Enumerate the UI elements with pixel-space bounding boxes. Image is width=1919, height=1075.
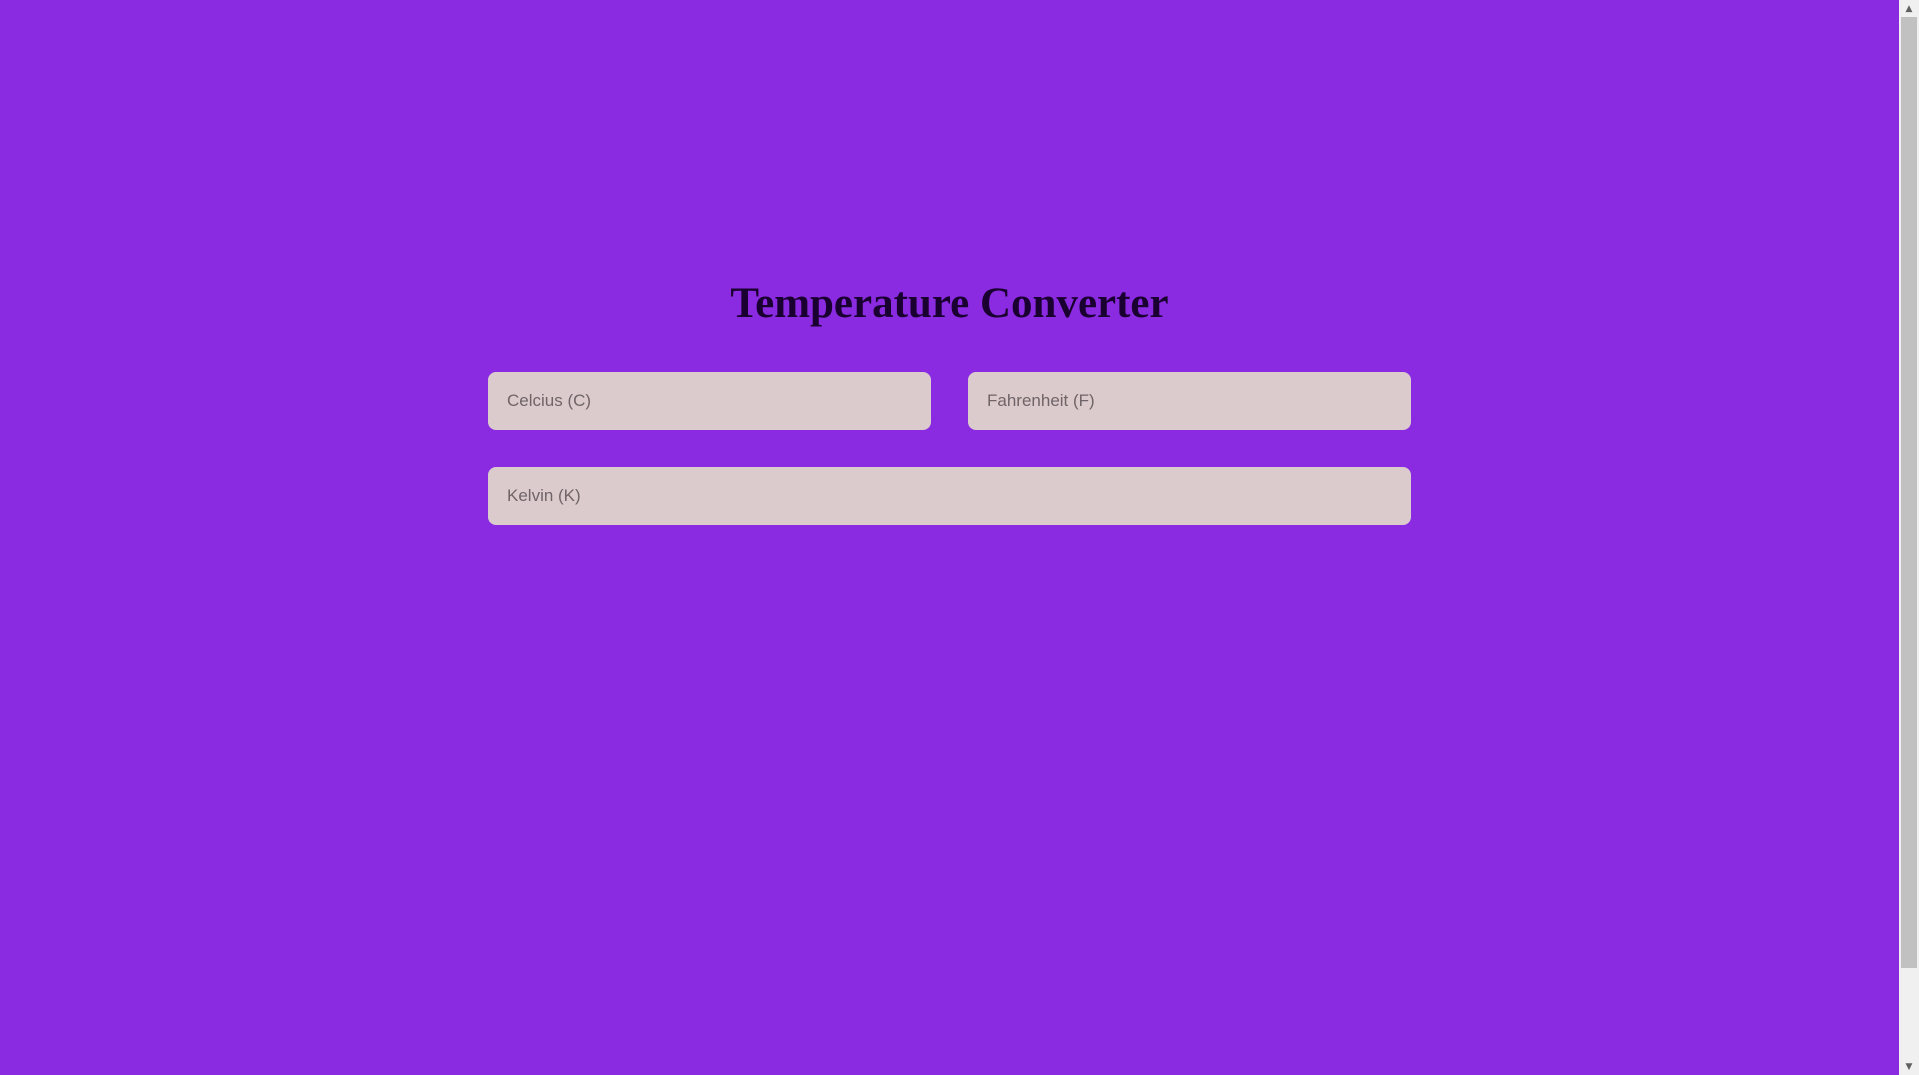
scrollbar-thumb[interactable] bbox=[1901, 17, 1917, 968]
vertical-scrollbar[interactable]: ▲ ▼ bbox=[1899, 0, 1919, 1075]
chevron-down-icon[interactable]: ▼ bbox=[1899, 1058, 1919, 1075]
kelvin-input[interactable] bbox=[488, 467, 1411, 525]
fahrenheit-input[interactable] bbox=[968, 372, 1411, 430]
celsius-input[interactable] bbox=[488, 372, 931, 430]
chevron-up-icon[interactable]: ▲ bbox=[1899, 0, 1919, 17]
page-title: Temperature Converter bbox=[730, 280, 1169, 327]
app-container: Temperature Converter bbox=[0, 0, 1899, 1075]
